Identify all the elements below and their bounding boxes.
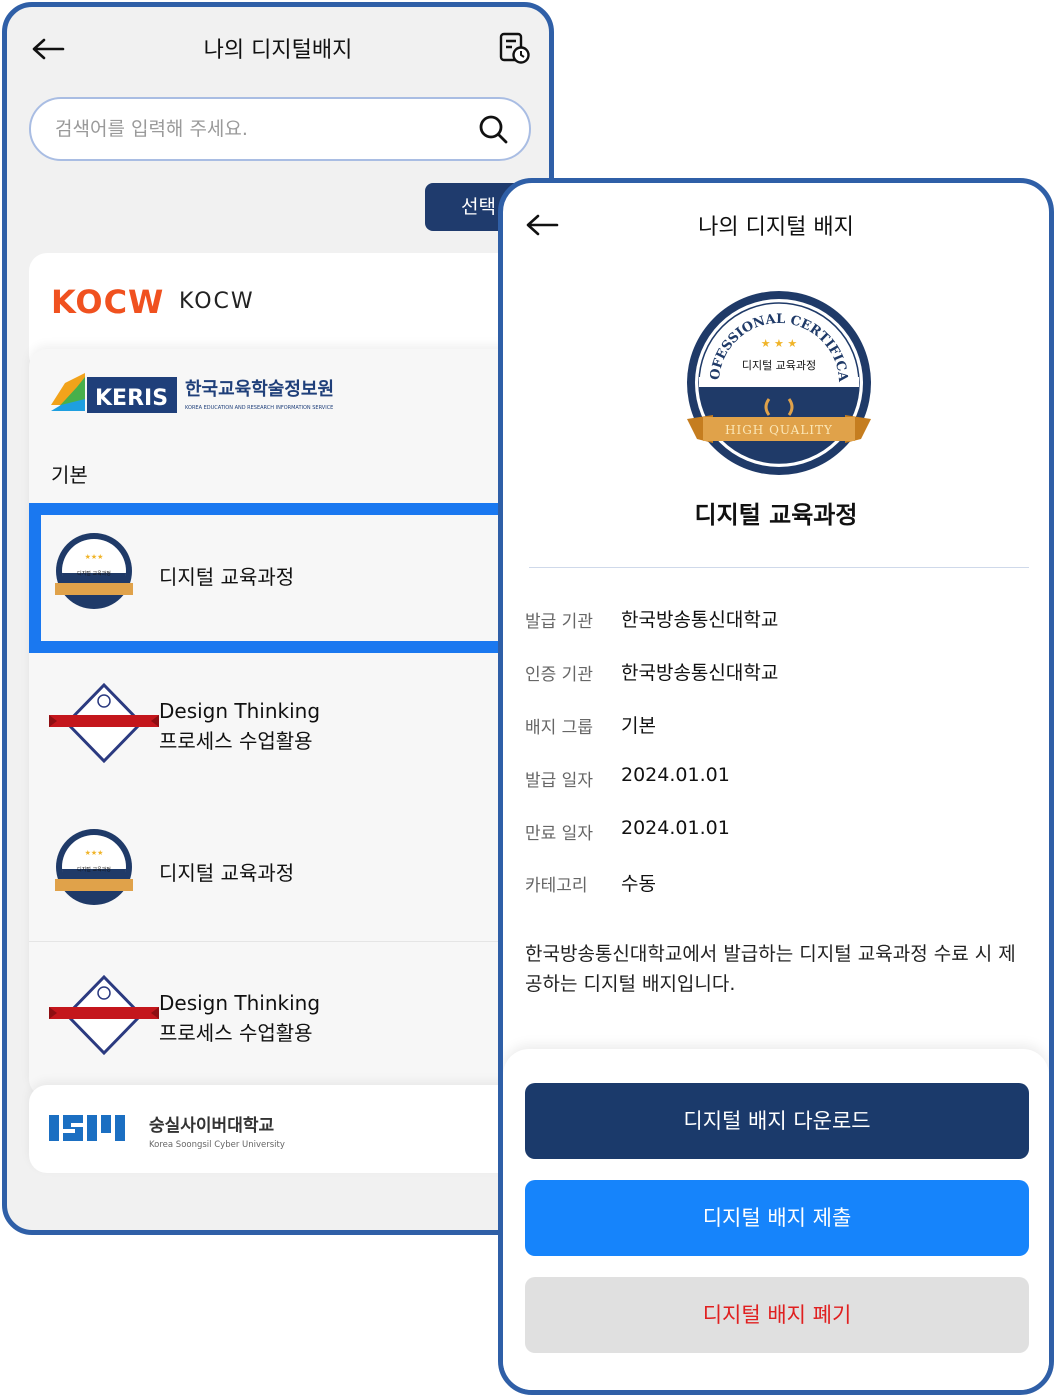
info-row-issued-date: 발급 일자 2024.01.01 xyxy=(525,764,1025,794)
svg-text:★ ★ ★: ★ ★ ★ xyxy=(761,337,798,350)
org-card-soongsil[interactable]: 숭실사이버대학교 Korea Soongsil Cyber University… xyxy=(29,1085,549,1173)
right-phone-screen: 나의 디지털 배지 PROFESSIONAL CERTIFICATE ★ ★ ★… xyxy=(498,178,1054,1395)
info-value: 2024.01.01 xyxy=(621,817,730,839)
badge-thumbnail-text: 디지털 교육과정 xyxy=(77,570,111,577)
keris-logo: KERIS 한국교육학술정보원 KOREA EDUCATION AND RESE… xyxy=(51,371,341,419)
info-row-issuer: 발급 기관 한국방송통신대학교 xyxy=(525,605,1025,635)
kocw-logo: KOCW xyxy=(51,283,171,323)
page-title: 나의 디지털배지 xyxy=(203,38,353,63)
badge-group-label: 기본 xyxy=(51,463,88,487)
keris-logo-text: KERIS xyxy=(95,386,168,411)
badge-title-line1: Design Thinking xyxy=(159,699,321,723)
badge-inner-text: 디지털 교육과정 xyxy=(742,359,816,372)
soongsil-logo: 숭실사이버대학교 Korea Soongsil Cyber University xyxy=(49,1105,319,1159)
badge-thumbnail: 디지털 교육과정 ★★★ xyxy=(49,529,139,623)
badge-title-line2: 프로세스 수업활용 xyxy=(159,729,313,753)
keris-logo-korean: 한국교육학술정보원 xyxy=(185,378,334,400)
org-name-kocw: KOCW xyxy=(179,289,255,314)
action-sheet: 디지털 배지 다운로드 디지털 배지 제출 디지털 배지 폐기 xyxy=(503,1049,1049,1390)
info-row-group: 배지 그룹 기본 xyxy=(525,711,1025,741)
info-label: 만료 일자 xyxy=(525,824,593,844)
keris-logo-english: KOREA EDUCATION AND RESEARCH INFORMATION… xyxy=(185,405,333,411)
left-phone-screen: 나의 디지털배지 선택 KOCW KOCW ⌄ xyxy=(2,2,554,1235)
badge-title-line2: 프로세스 수업활용 xyxy=(159,1021,313,1045)
org-card-keris: KERIS 한국교육학술정보원 KOREA EDUCATION AND RESE… xyxy=(29,349,549,1097)
search-input[interactable] xyxy=(55,113,455,145)
info-value: 한국방송통신대학교 xyxy=(621,662,779,684)
info-row-certifier: 인증 기관 한국방송통신대학교 xyxy=(525,658,1025,688)
info-value: 한국방송통신대학교 xyxy=(621,609,779,631)
info-value: 2024.01.01 xyxy=(621,764,730,786)
discard-badge-button[interactable]: 디지털 배지 폐기 xyxy=(525,1277,1029,1353)
row-divider xyxy=(29,941,549,942)
info-label: 발급 일자 xyxy=(525,771,593,791)
search-box xyxy=(29,97,531,161)
svg-text:★★★: ★★★ xyxy=(85,849,104,857)
badge-thumbnail xyxy=(49,971,159,1065)
info-label: 배지 그룹 xyxy=(525,718,593,738)
badge-thumbnail-text: 디지털 교육과정 xyxy=(77,866,111,873)
download-badge-button[interactable]: 디지털 배지 다운로드 xyxy=(525,1083,1029,1159)
info-row-category: 카테고리 수동 xyxy=(525,869,1025,899)
info-value: 기본 xyxy=(621,715,656,737)
soongsil-name-english: Korea Soongsil Cyber University xyxy=(149,1140,285,1150)
page-title: 나의 디지털 배지 xyxy=(698,215,854,240)
badge-image: PROFESSIONAL CERTIFICATE ★ ★ ★ 디지털 교육과정 … xyxy=(678,280,875,485)
badge-title: 디지털 교육과정 xyxy=(159,861,295,885)
badge-thumbnail xyxy=(49,679,159,773)
search-icon[interactable] xyxy=(477,113,511,147)
kocw-logo-text: KOCW xyxy=(51,283,164,319)
info-label: 인증 기관 xyxy=(525,665,593,685)
svg-text:★★★: ★★★ xyxy=(85,553,104,561)
badge-list-item[interactable]: 디지털 교육과정 ★★★ 디지털 교육과정 xyxy=(29,507,549,657)
badge-list-item[interactable]: Design Thinking 프로세스 수업활용 xyxy=(29,949,549,1099)
badge-title: 디지털 교육과정 xyxy=(694,501,858,529)
left-app-header: 나의 디지털배지 xyxy=(7,7,549,87)
badge-description: 한국방송통신대학교에서 발급하는 디지털 교육과정 수료 시 제공하는 디지털 … xyxy=(525,943,1016,995)
badge-list-item[interactable]: 디지털 교육과정 ★★★ 디지털 교육과정 xyxy=(29,803,549,953)
divider xyxy=(529,567,1029,568)
info-row-expiry-date: 만료 일자 2024.01.01 xyxy=(525,817,1025,847)
badge-title: 디지털 교육과정 xyxy=(159,565,295,589)
info-label: 카테고리 xyxy=(525,876,588,896)
badge-list-item[interactable]: Design Thinking 프로세스 수업활용 xyxy=(29,657,549,807)
badge-ribbon-text: HIGH QUALITY xyxy=(725,423,833,437)
info-label: 발급 기관 xyxy=(525,612,593,632)
submit-badge-button[interactable]: 디지털 배지 제출 xyxy=(525,1180,1029,1256)
info-value: 수동 xyxy=(621,873,656,895)
badge-title-line1: Design Thinking xyxy=(159,991,321,1015)
soongsil-name-korean: 숭실사이버대학교 xyxy=(149,1116,274,1136)
history-icon[interactable] xyxy=(497,31,531,65)
badge-thumbnail: 디지털 교육과정 ★★★ xyxy=(49,825,139,919)
